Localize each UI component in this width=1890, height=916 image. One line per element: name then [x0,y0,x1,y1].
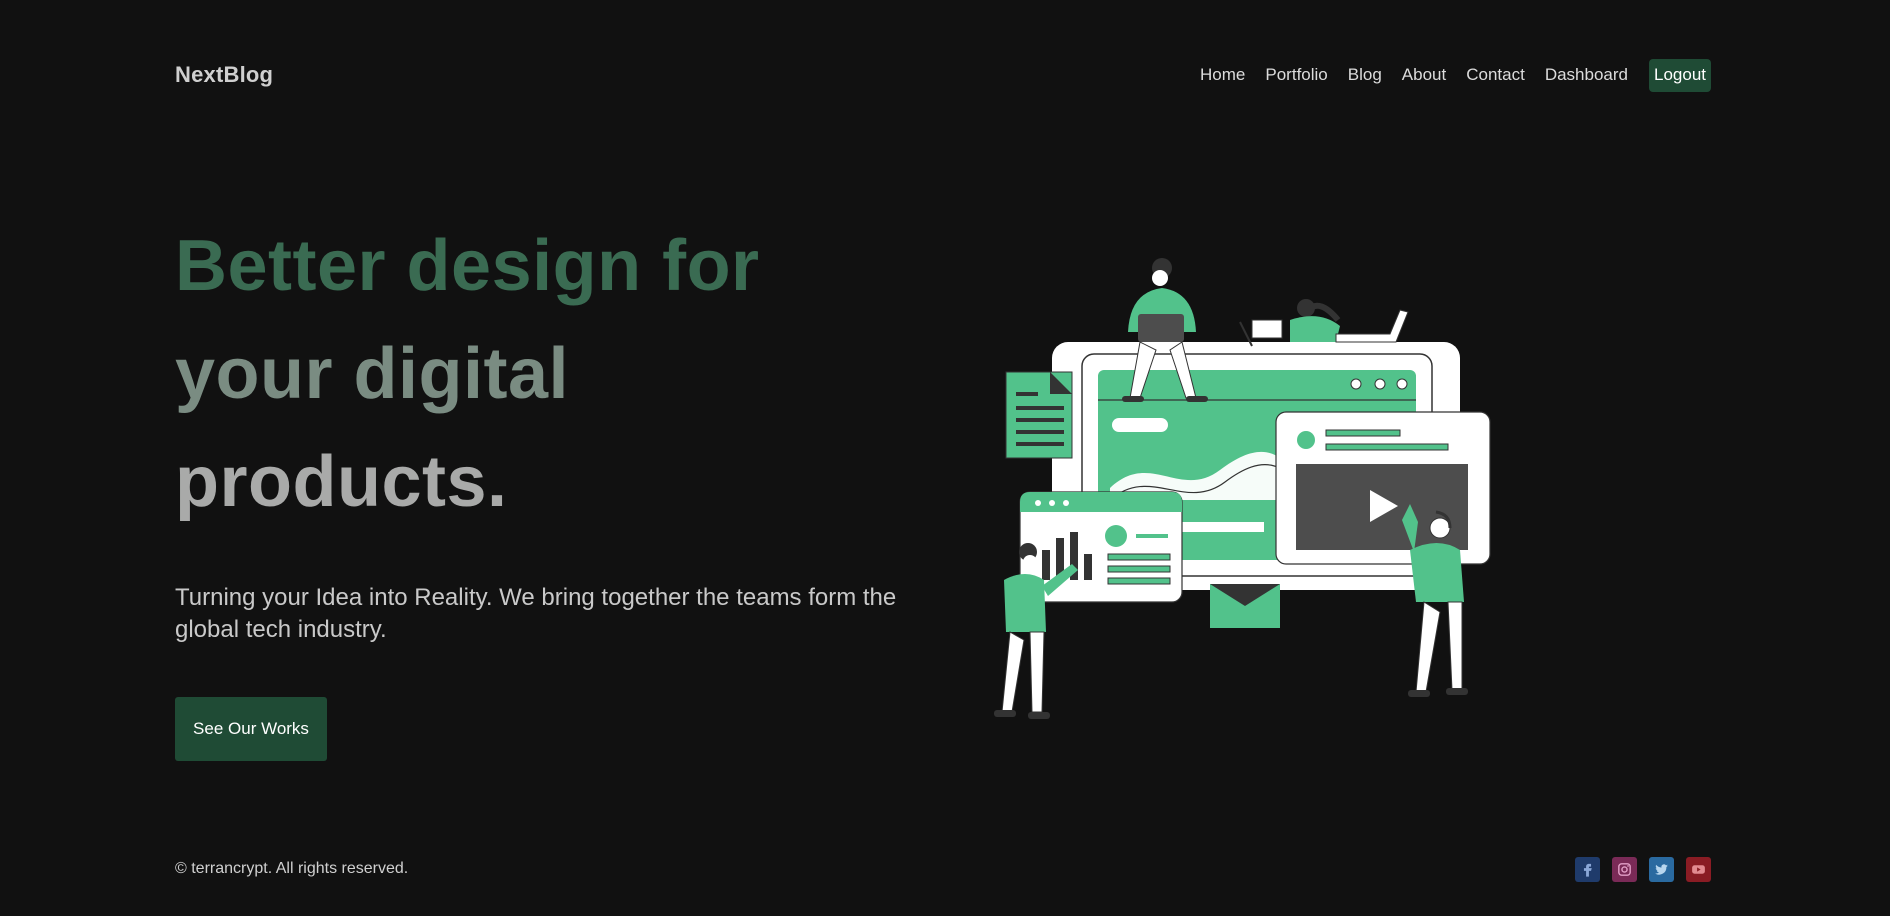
hero-title-line-1: Better design for [175,226,760,306]
page: NextBlog Home Portfolio Blog About Conta… [0,0,1890,916]
hero-illustration [994,258,1491,719]
site-header: NextBlog Home Portfolio Blog About Conta… [175,56,1711,94]
main-nav: Home Portfolio Blog About Contact Dashbo… [1200,58,1711,92]
copyright-text: © terrancrypt. All rights reserved. [175,860,409,877]
nav-about[interactable]: About [1402,65,1446,85]
instagram-icon [1618,863,1631,876]
facebook-icon [1583,863,1592,877]
site-logo[interactable]: NextBlog [175,62,273,88]
hero-title: Better design for your digital products. [175,212,935,536]
social-links [1575,857,1711,882]
nav-blog[interactable]: Blog [1348,65,1382,85]
twitter-icon [1655,864,1668,875]
nav-portfolio[interactable]: Portfolio [1265,65,1327,85]
logout-button[interactable]: Logout [1649,58,1711,92]
nav-dashboard[interactable]: Dashboard [1545,65,1628,85]
see-our-works-button[interactable]: See Our Works [175,697,327,761]
facebook-link[interactable] [1575,857,1600,882]
instagram-link[interactable] [1612,857,1637,882]
hero-title-line-3: products. [175,442,508,522]
nav-home[interactable]: Home [1200,65,1245,85]
youtube-icon [1692,865,1705,874]
nav-contact[interactable]: Contact [1466,65,1525,85]
hero-description: Turning your Idea into Reality. We bring… [175,584,897,643]
youtube-link[interactable] [1686,857,1711,882]
twitter-link[interactable] [1649,857,1674,882]
hero-title-line-2: your digital [175,334,570,414]
